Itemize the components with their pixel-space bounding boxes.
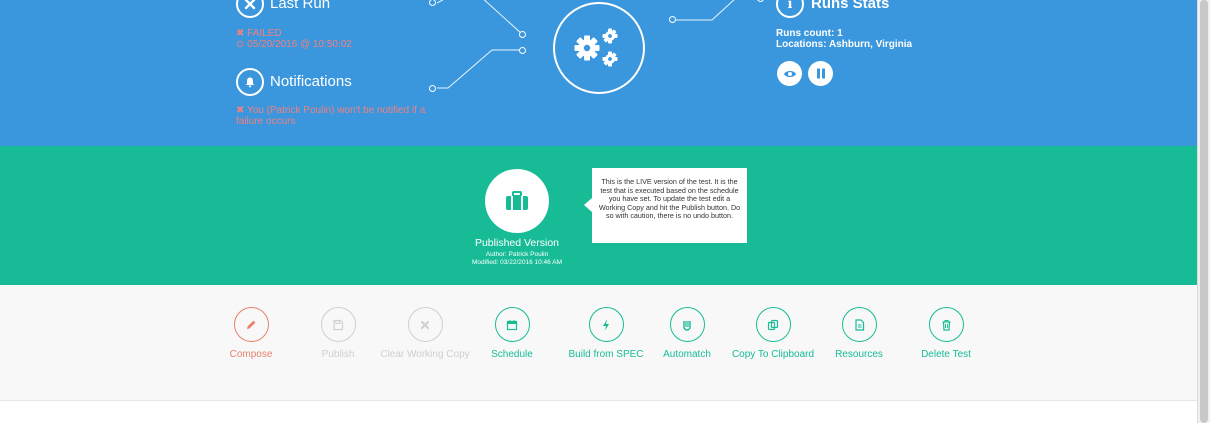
briefcase-icon (506, 191, 528, 210)
scrollbar[interactable] (1197, 0, 1210, 423)
compose-button[interactable]: Compose (201, 307, 301, 361)
status-panel: Last Run ✖ FAILED ⊙ 05/20/2016 @ 10:50:0… (0, 0, 1197, 146)
schedule-label: Schedule (491, 349, 533, 360)
published-version-button[interactable] (485, 169, 549, 233)
runs-locations: Locations: Ashburn, Virginia (776, 39, 913, 50)
gears-hub (553, 2, 645, 94)
view-button[interactable] (777, 61, 802, 86)
resources-label: Resources (835, 349, 883, 360)
publish-button[interactable]: Publish (288, 307, 388, 361)
pause-button[interactable] (808, 61, 833, 86)
calendar-icon (494, 307, 530, 342)
document-icon (841, 307, 877, 342)
published-version-title: Published Version (474, 237, 560, 249)
automatch-button[interactable]: Automatch (637, 307, 737, 361)
automatch-label: Automatch (663, 349, 711, 360)
last-run-status: ✖ FAILED (236, 28, 282, 39)
pencil-icon (233, 307, 269, 342)
connector-node (669, 16, 676, 23)
runs-count: Runs count: 1 (776, 28, 843, 39)
runs-stats-title: Runs Stats (811, 0, 890, 12)
copy-to-clipboard-label: Copy To Clipboard (731, 349, 815, 360)
last-run-timestamp: ⊙ 05/20/2016 @ 10:50:02 (236, 39, 352, 50)
save-icon (320, 307, 356, 342)
delete-test-button[interactable]: Delete Test (896, 307, 996, 361)
bolt-icon (588, 307, 624, 342)
schedule-button[interactable]: Schedule (462, 307, 562, 361)
published-author: Author: Patrick Poulin (485, 251, 549, 258)
trash-icon (928, 307, 964, 342)
copy-icon (755, 307, 791, 342)
automatch-icon (669, 307, 705, 342)
notifications-title: Notifications (270, 73, 352, 90)
published-modified: Modified: 03/22/2016 10:46 AM (472, 259, 562, 266)
scrollbar-thumb[interactable] (1200, 0, 1208, 423)
clear-working-copy-label: Clear Working Copy (380, 349, 470, 360)
last-run-title: Last Run (270, 0, 331, 12)
pause-icon (816, 68, 825, 79)
tooltip-arrow (584, 198, 592, 212)
clear-working-copy-button[interactable]: Clear Working Copy (375, 307, 475, 361)
close-icon (407, 307, 443, 342)
copy-to-clipboard-button[interactable]: Copy To Clipboard (723, 307, 823, 361)
connector-node (519, 47, 526, 54)
resources-button[interactable]: Resources (809, 307, 909, 361)
eye-icon (783, 70, 796, 77)
compose-label: Compose (229, 349, 273, 360)
connector-node (519, 31, 526, 38)
delete-test-label: Delete Test (921, 349, 971, 360)
gears-icon (574, 28, 618, 67)
publish-label: Publish (321, 349, 355, 360)
connector-node (429, 85, 436, 92)
bell-icon (236, 68, 264, 96)
published-tooltip: This is the LIVE version of the test. It… (592, 168, 747, 243)
notifications-message: ✖ You (Patrick Poulin) won't be notified… (236, 105, 426, 127)
